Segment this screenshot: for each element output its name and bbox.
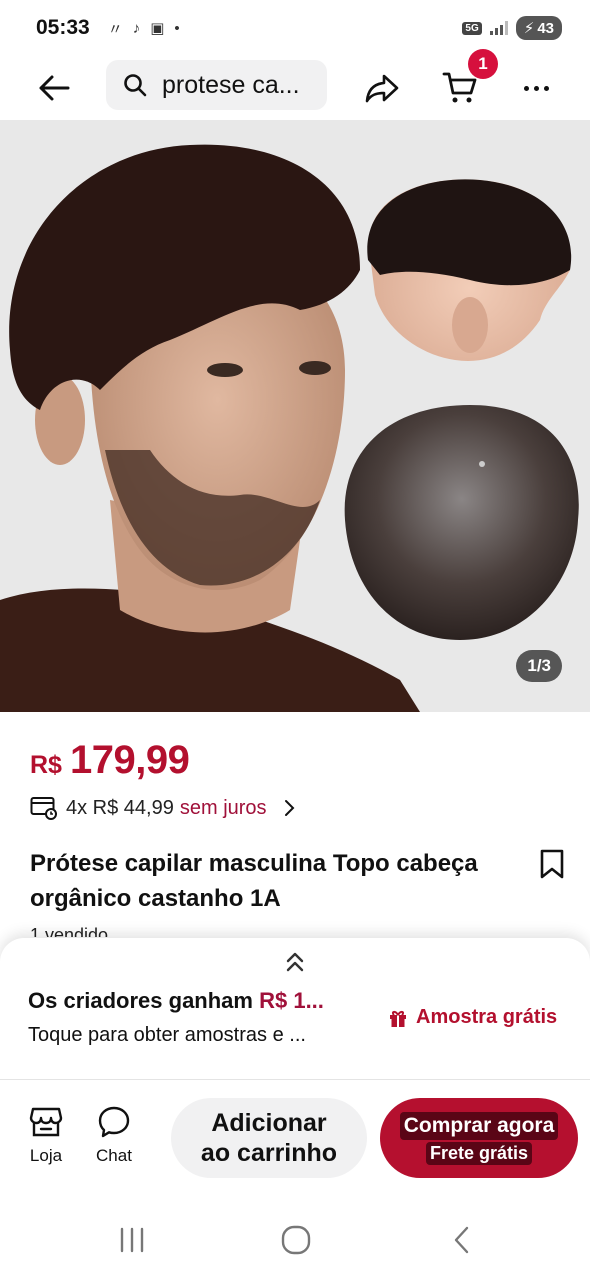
signal-icon — [489, 21, 508, 35]
share-button[interactable] — [360, 66, 404, 110]
system-status: 5G ⚡ 43 — [462, 16, 562, 40]
tiktok-icon: ♪ — [132, 19, 141, 37]
chat-label: Chat — [96, 1146, 132, 1165]
share-icon — [365, 74, 399, 103]
search-icon — [122, 72, 148, 98]
installments-row[interactable]: 4x R$ 44,99 sem juros — [30, 796, 297, 820]
price-value: 179,99 — [69, 738, 190, 782]
product-image-gallery[interactable]: 1/3 — [0, 120, 590, 712]
back-button[interactable] — [34, 68, 74, 108]
cart-count-badge: 1 — [468, 49, 498, 79]
gift-icon — [390, 1010, 406, 1027]
promo-title: Os criadores ganham R$ 1... — [28, 988, 324, 1014]
gallery-icon: ▣ — [150, 20, 165, 37]
promo-title-prefix: Os criadores ganham — [28, 988, 260, 1013]
store-label: Loja — [29, 1146, 63, 1165]
dot-icon: • — [174, 19, 180, 37]
bottom-action-bar: Loja Chat Adicionar ao carrinho Comprar … — [0, 1080, 590, 1200]
expand-up-icon[interactable] — [282, 950, 308, 976]
sold-count: 1 vendido — [30, 925, 109, 937]
add-to-cart-button[interactable]: Adicionar ao carrinho — [171, 1098, 367, 1178]
promo-subtitle: Toque para obter amostras e ... — [28, 1024, 306, 1046]
battery-level: 43 — [537, 19, 554, 37]
more-icon — [523, 85, 529, 91]
search-bar[interactable]: protese ca... — [106, 60, 327, 110]
product-photo — [0, 120, 590, 712]
chat-button[interactable]: Chat — [96, 1104, 132, 1166]
add-to-cart-line2: ao carrinho — [200, 1139, 338, 1167]
recent-apps-icon — [120, 1227, 144, 1253]
price: R$ 179,99 — [30, 738, 190, 783]
charging-icon: ⚡ — [523, 20, 535, 37]
status-time: 05:33 — [36, 16, 90, 39]
product-title: Prótese capilar masculina Topo cabeça or… — [30, 850, 478, 912]
buy-now-label: Comprar agora — [399, 1111, 559, 1140]
promo-title-highlight: R$ 1... — [259, 988, 324, 1013]
back-nav-button[interactable] — [442, 1222, 482, 1258]
creator-promo-sheet[interactable]: Os criadores ganham R$ 1... Toque para o… — [0, 938, 590, 1080]
search-query: protese ca... — [162, 70, 300, 99]
store-button[interactable]: Loja — [28, 1104, 64, 1166]
back-arrow-icon — [39, 75, 70, 101]
installments-text: 4x R$ 44,99 — [66, 796, 174, 819]
notification-icons: 〃 ♪ ▣ • — [108, 18, 180, 39]
battery-icon: ⚡ 43 — [515, 16, 562, 40]
more-options-button[interactable] — [514, 66, 558, 110]
bookmark-icon[interactable] — [538, 848, 566, 880]
free-shipping-label: Frete grátis — [425, 1141, 533, 1165]
home-icon — [281, 1225, 311, 1255]
store-icon — [28, 1104, 64, 1140]
chat-icon — [96, 1104, 132, 1140]
network-icon: 5G — [462, 21, 482, 35]
free-sample-button[interactable]: Amostra grátis — [388, 1006, 557, 1029]
top-nav: protese ca... 1 — [0, 49, 590, 120]
installment-card-icon — [30, 797, 57, 820]
status-bar: 05:33 〃 ♪ ▣ • 5G ⚡ 43 — [0, 0, 590, 56]
no-interest-label: sem juros — [179, 796, 267, 819]
chevron-right-icon — [284, 800, 294, 816]
system-nav-bar — [0, 1200, 590, 1280]
home-button[interactable] — [276, 1222, 316, 1258]
back-nav-icon — [454, 1226, 469, 1254]
price-currency: R$ — [30, 751, 62, 779]
buy-now-button[interactable]: Comprar agora Frete grátis — [380, 1098, 578, 1178]
wifi-call-icon: 〃 — [107, 20, 123, 38]
add-to-cart-line1: Adicionar — [211, 1109, 327, 1137]
cart-icon — [442, 72, 477, 103]
free-sample-label: Amostra grátis — [416, 1006, 558, 1028]
image-counter: 1/3 — [516, 650, 562, 682]
recent-apps-button[interactable] — [112, 1222, 152, 1258]
